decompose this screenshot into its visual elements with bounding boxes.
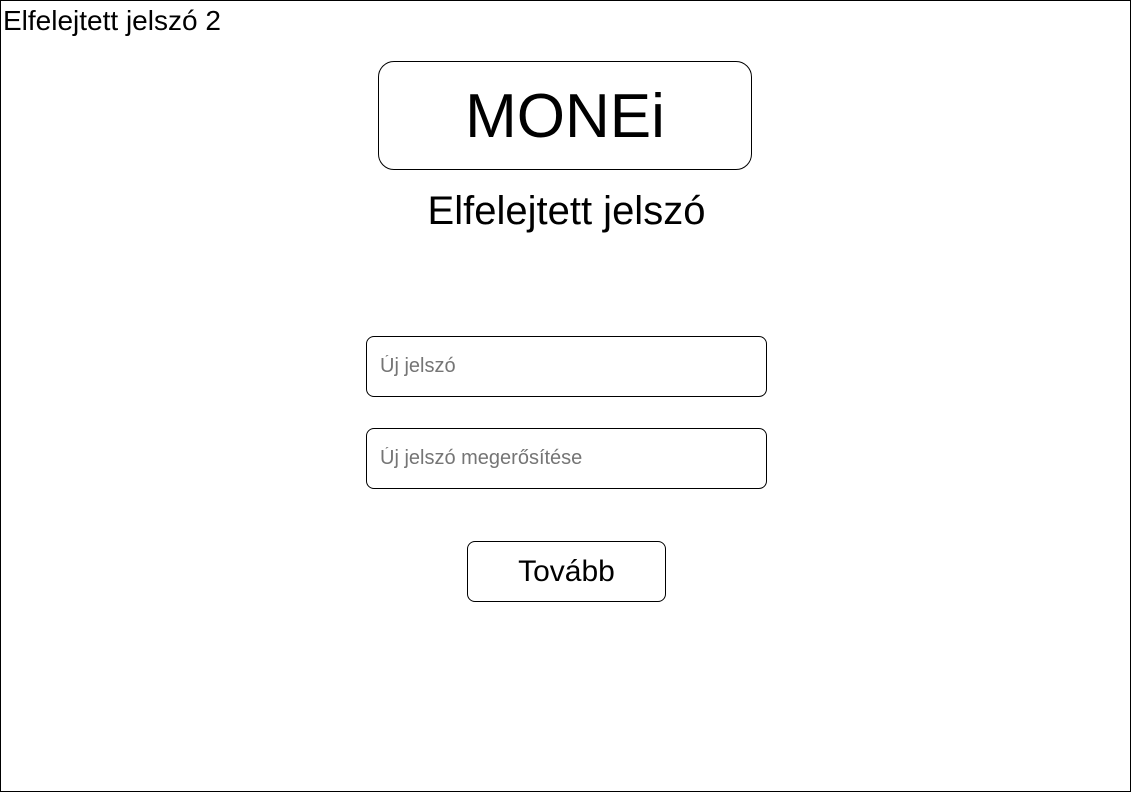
- next-button-label: Tovább: [518, 554, 615, 588]
- confirm-password-input[interactable]: [366, 428, 767, 489]
- logo-text: MONEi: [465, 81, 665, 151]
- screen-label: Elfelejtett jelszó 2: [3, 5, 221, 36]
- screen-frame: Elfelejtett jelszó 2 MONEi Elfelejtett j…: [0, 0, 1131, 792]
- logo-box: MONEi: [378, 61, 752, 170]
- page-title: Elfelejtett jelszó: [427, 189, 706, 233]
- new-password-input[interactable]: [366, 336, 767, 397]
- next-button[interactable]: Tovább: [467, 541, 666, 602]
